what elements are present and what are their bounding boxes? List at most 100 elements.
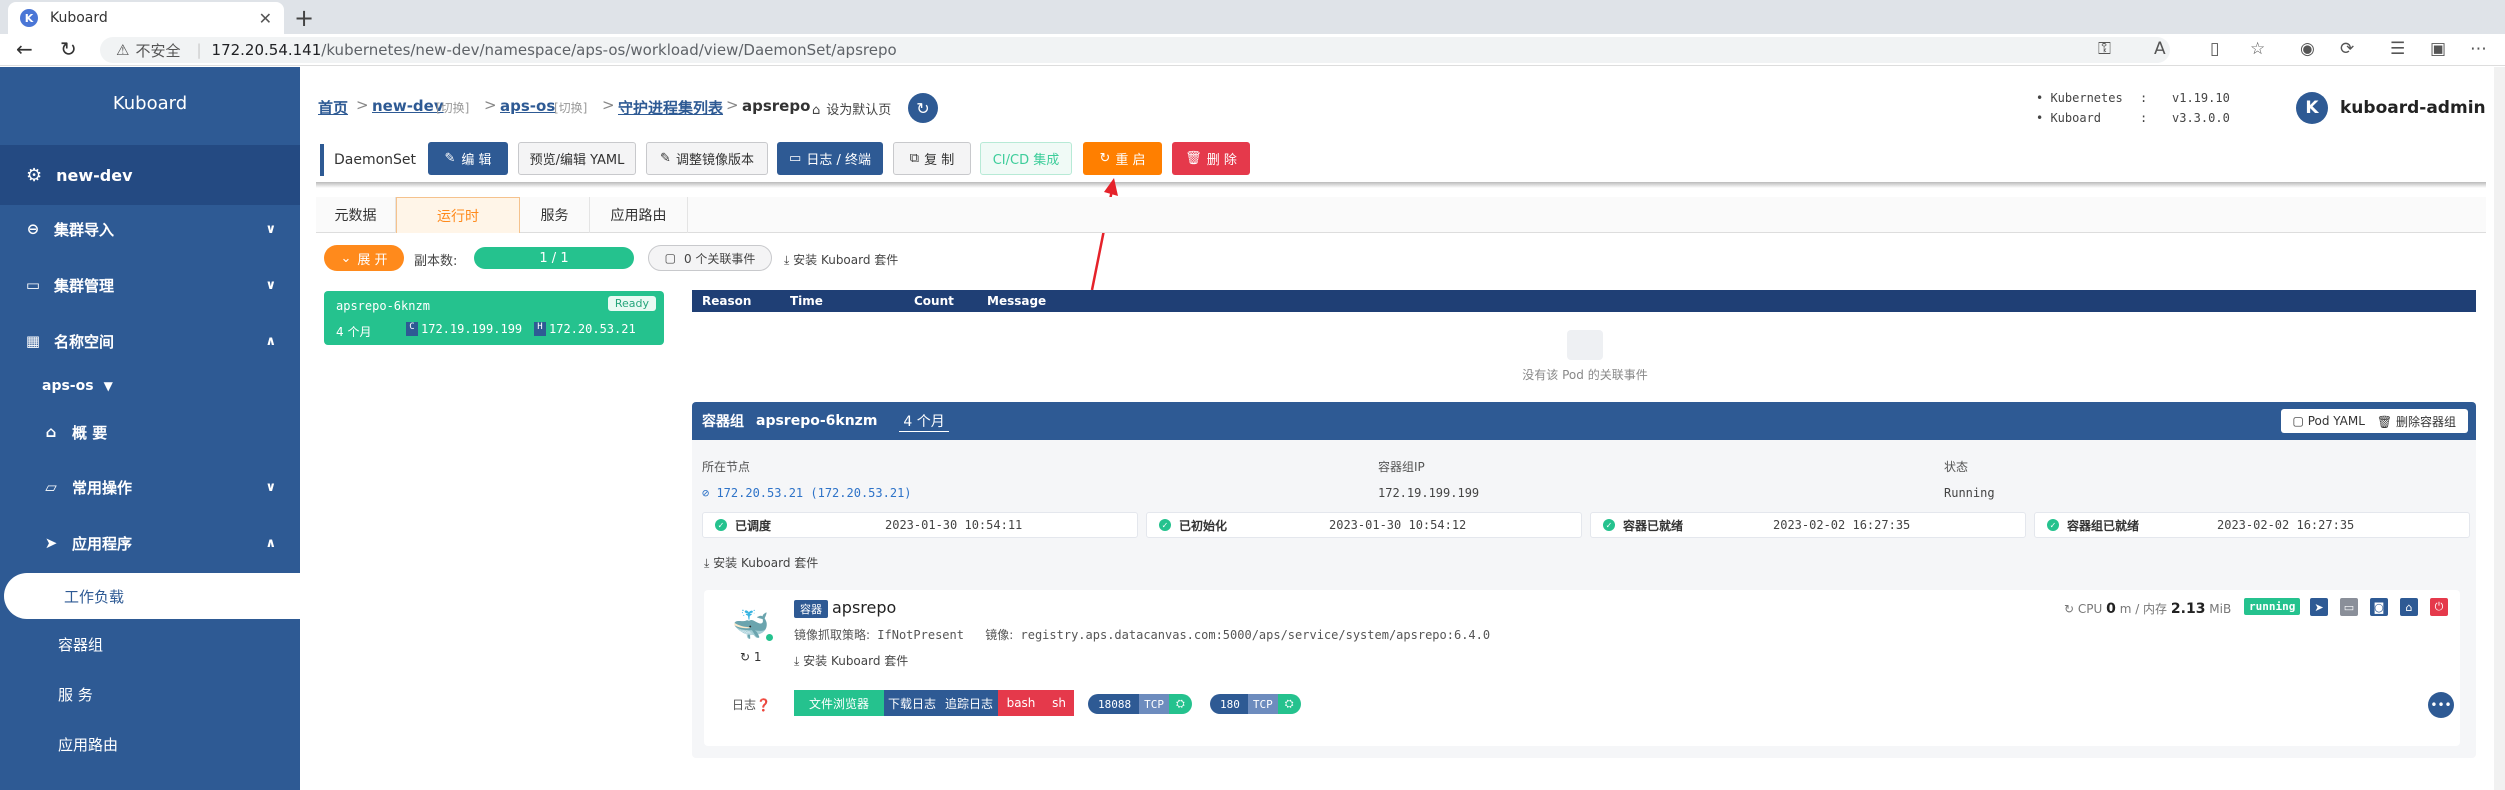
reload-icon[interactable]: ↻ xyxy=(60,37,77,61)
doc-icon: ▢ xyxy=(2292,414,2308,428)
delete-button[interactable]: 🗑 删 除 xyxy=(1172,142,1250,175)
switch-cluster-link[interactable]: [切换] xyxy=(436,99,469,116)
sidebar-item-services[interactable]: 服 务 xyxy=(0,674,300,714)
host-ip: H 172.20.53.21 xyxy=(534,322,636,336)
tab-runtime[interactable]: 运行时 xyxy=(396,197,520,233)
sh-button[interactable]: sh xyxy=(1044,690,1074,716)
related-events-button[interactable]: ▢ 0 个关联事件 xyxy=(648,245,772,271)
pod-group-title: 容器组 xyxy=(702,414,744,430)
toolbar-divider xyxy=(316,182,2486,188)
close-tab-icon[interactable]: ✕ xyxy=(259,9,272,28)
switch-namespace-link[interactable]: [切换] xyxy=(554,99,587,116)
sidebar-item-cluster-manage[interactable]: ▭ 集群管理 ∨ xyxy=(0,265,300,305)
sidebar: Kuboard ⚙ new-dev ⊖ 集群导入 ∨ ▭ 集群管理 ∨ ▦ 名称… xyxy=(0,67,300,790)
expand-button[interactable]: ⌄ 展 开 xyxy=(324,245,404,271)
back-icon[interactable]: ← xyxy=(16,37,33,61)
install-suite-link[interactable]: ⤓ 安装 Kuboard 套件 xyxy=(784,251,898,268)
breadcrumb-home[interactable]: 首页 xyxy=(318,97,348,118)
node-link[interactable]: ⊘ 172.20.53.21 (172.20.53.21) xyxy=(702,486,912,500)
kuboard-version-label: • Kuboard xyxy=(2036,111,2102,125)
sidebar-item-common-ops[interactable]: ▱ 常用操作 ∨ xyxy=(0,467,300,507)
collections-icon[interactable]: ▣ xyxy=(2430,39,2446,59)
namespace-select[interactable]: aps-os ▼ xyxy=(0,366,300,406)
cicd-button[interactable]: CI/CD 集成 xyxy=(980,142,1072,175)
install-suite-label: 安装 Kuboard 套件 xyxy=(803,654,909,668)
follow-logs-button[interactable]: 追踪日志 xyxy=(940,690,998,716)
sidebar-cluster[interactable]: ⚙ new-dev xyxy=(0,145,300,205)
tab-services[interactable]: 服务 xyxy=(520,197,590,233)
profile-icon[interactable]: ◉ xyxy=(2300,39,2315,59)
favorites-bar-icon[interactable]: ☰ xyxy=(2390,39,2405,59)
docker-icon: 🐳 xyxy=(732,608,770,643)
extensions-icon[interactable]: ⟳ xyxy=(2340,39,2354,59)
download-logs-button[interactable]: 下载日志 xyxy=(884,690,940,716)
expand-label: 展 开 xyxy=(357,252,388,268)
set-default-link[interactable]: ⌂ 设为默认页 xyxy=(812,99,891,118)
edit-icon: ✎ xyxy=(444,151,456,166)
port-18088[interactable]: 18088 TCP ⛭ xyxy=(1088,694,1192,714)
sidebar-item-label: 概 要 xyxy=(72,423,108,442)
tab-metadata[interactable]: 元数据 xyxy=(316,197,396,233)
chevron-down-icon: ⌄ xyxy=(340,250,352,266)
split-screen-icon[interactable]: ▯ xyxy=(2210,39,2219,59)
delete-pod-button[interactable]: 🗑 删除容器组 xyxy=(2377,413,2456,430)
node-value: 172.20.53.21 (172.20.53.21) xyxy=(716,486,912,500)
container-ip-icon: C xyxy=(406,322,418,336)
condition-scheduled: ✓ 已调度 2023-01-30 10:54:11 xyxy=(702,512,1138,538)
breadcrumb-cluster[interactable]: new-dev xyxy=(372,97,444,115)
copy-icon: ⧉ xyxy=(909,151,920,166)
empty-box-icon xyxy=(1567,330,1603,360)
sidebar-item-overview[interactable]: ⌂ 概 要 xyxy=(0,412,300,452)
breadcrumb-list[interactable]: 守护进程集列表 xyxy=(618,97,723,118)
pod-ip-label: 容器组IP xyxy=(1378,460,1425,474)
url-field[interactable]: ⚠ 不安全 | 172.20.54.141 /kubernetes/new-de… xyxy=(100,37,2170,63)
yaml-button[interactable]: 预览/编辑 YAML xyxy=(518,142,636,175)
edit-button[interactable]: ✎ 编 辑 xyxy=(428,142,508,175)
url-path: /kubernetes/new-dev/namespace/aps-os/wor… xyxy=(321,41,897,59)
install-suite-link[interactable]: ⤓ 安装 Kuboard 套件 xyxy=(794,652,908,669)
cluster-name: new-dev xyxy=(56,165,133,185)
pod-yaml-button[interactable]: ▢ Pod YAML xyxy=(2293,414,2365,428)
new-tab-icon[interactable]: + xyxy=(294,4,314,32)
read-aloud-icon[interactable]: A xyxy=(2154,39,2166,59)
send-icon[interactable]: ➤ xyxy=(2310,598,2328,616)
resource-usage: ↻ CPU 0 m / 内存 2.13 MiB xyxy=(2064,600,2231,617)
port-180[interactable]: 180 TCP ⛭ xyxy=(1210,694,1301,714)
sidebar-item-namespace[interactable]: ▦ 名称空间 ∧ xyxy=(0,321,300,361)
breadcrumb-namespace[interactable]: aps-os xyxy=(500,97,555,115)
storage-icon[interactable]: ⌂ xyxy=(2400,598,2418,616)
restart-button[interactable]: ↻ 重 启 xyxy=(1083,142,1162,175)
adjust-image-button[interactable]: ✎ 调整镜像版本 xyxy=(646,142,768,175)
detail-tabs: 元数据 运行时 服务 应用路由 xyxy=(316,197,2486,233)
menu-icon[interactable]: ⋯ xyxy=(2470,39,2487,59)
chevron-down-icon: ∨ xyxy=(265,277,276,293)
sidebar-item-pods[interactable]: 容器组 xyxy=(0,624,300,664)
favorite-icon[interactable]: ☆ xyxy=(2250,39,2265,59)
refresh-icon[interactable]: ↻ xyxy=(908,93,938,123)
empty-events: 没有该 Pod 的关联事件 xyxy=(1450,330,1720,383)
key-icon[interactable]: ⚿ xyxy=(2098,39,2111,59)
sidebar-item-workloads[interactable]: 工作负载 xyxy=(4,573,300,619)
scrollbar[interactable] xyxy=(2494,67,2505,790)
tab-ingress[interactable]: 应用路由 xyxy=(590,197,688,233)
power-icon[interactable]: ⏻ xyxy=(2430,598,2448,616)
namespace-name: aps-os xyxy=(42,378,94,394)
more-icon[interactable]: ••• xyxy=(2428,692,2454,718)
sidebar-item-ingress[interactable]: 应用路由 xyxy=(0,724,300,764)
sidebar-item-cluster-import[interactable]: ⊖ 集群导入 ∨ xyxy=(0,209,300,249)
user-name: kuboard-admin xyxy=(2340,98,2486,118)
user-menu[interactable]: K kuboard-admin ▼ xyxy=(2296,92,2505,124)
database-icon[interactable]: ◙ xyxy=(2370,598,2388,616)
logs-terminal-button[interactable]: ▭ 日志 / 终端 xyxy=(777,142,883,175)
kuboard-favicon-icon: K xyxy=(20,9,38,27)
edit-icon: ✎ xyxy=(660,151,671,166)
bash-button[interactable]: bash xyxy=(998,690,1044,716)
terminal-icon[interactable]: ▭ xyxy=(2340,598,2358,616)
sidebar-item-applications[interactable]: ➤ 应用程序 ∧ xyxy=(0,523,300,563)
browser-tab[interactable]: K Kuboard ✕ xyxy=(8,2,284,34)
copy-button[interactable]: ⧉ 复 制 xyxy=(893,142,971,175)
pod-card[interactable]: apsrepo-6knzm Ready 4 个月 C 172.19.199.199… xyxy=(324,291,664,345)
file-browser-button[interactable]: 文件浏览器 xyxy=(794,690,884,716)
condition-time: 2023-01-30 10:54:11 xyxy=(885,518,1023,532)
install-suite-link[interactable]: ⤓ 安装 Kuboard 套件 xyxy=(704,554,818,571)
